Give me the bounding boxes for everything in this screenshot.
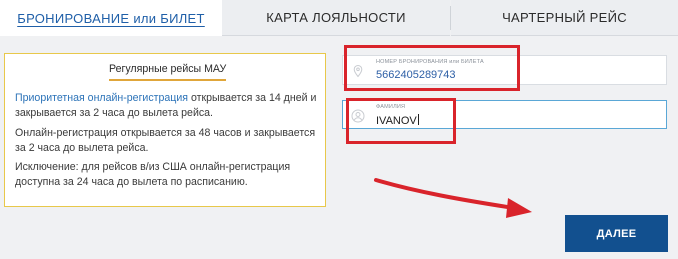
info-title: Регулярные рейсы МАУ [109, 62, 227, 81]
info-paragraph-priority: Приоритетная онлайн-регистрация открывае… [15, 91, 320, 121]
tab-label: КАРТА ЛОЯЛЬНОСТИ [266, 10, 406, 25]
tab-label: БРОНИРОВАНИЕ или БИЛЕТ [17, 10, 205, 26]
tab-bar: БРОНИРОВАНИЕ или БИЛЕТ КАРТА ЛОЯЛЬНОСТИ … [0, 0, 678, 36]
priority-checkin-highlight: Приоритетная онлайн-регистрация [15, 92, 189, 104]
tab-booking-or-ticket[interactable]: БРОНИРОВАНИЕ или БИЛЕТ [0, 0, 222, 36]
tab-charter-flight[interactable]: ЧАРТЕРНЫЙ РЕЙС [451, 0, 678, 36]
info-paragraph-exception: Исключение: для рейсов в/из США онлайн-р… [15, 161, 291, 188]
highlight-box-surname [346, 98, 456, 144]
info-panel: Регулярные рейсы МАУ Приоритетная онлайн… [4, 53, 326, 207]
pointer-arrow-icon [374, 178, 532, 218]
tab-label: ЧАРТЕРНЫЙ РЕЙС [502, 10, 627, 25]
info-paragraph-online: Онлайн-регистрация открывается за 48 час… [15, 127, 316, 154]
tab-loyalty-card[interactable]: КАРТА ЛОЯЛЬНОСТИ [222, 0, 450, 36]
next-button[interactable]: ДАЛЕЕ [565, 215, 668, 252]
highlight-box-booking [344, 45, 520, 91]
